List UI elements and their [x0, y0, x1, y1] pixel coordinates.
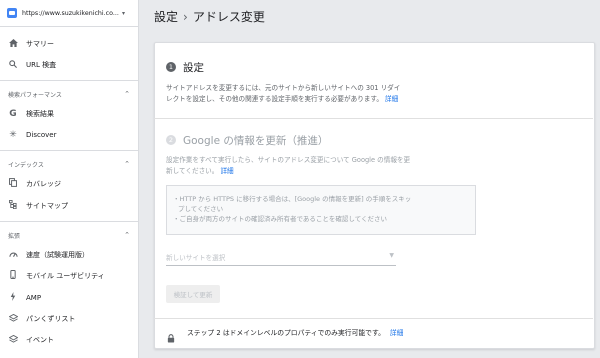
step-1-desc-line: サイトアドレスを変更するには、元のサイトから新しいサイトへの 301 リダイ — [166, 84, 401, 92]
sidebar-item-label: モバイル ユーザビリティ — [26, 272, 105, 280]
migration-notice: ・HTTP から HTTPS に移行する場合は、[Google の情報を更新] … — [166, 185, 476, 235]
section-label: インデックス — [8, 161, 44, 169]
sidebar-item-sitemaps[interactable]: サイトマップ — [0, 196, 138, 216]
amp-bolt-icon — [7, 292, 19, 304]
sidebar-item-label: 速度（試験運用版） — [26, 251, 89, 259]
notice-line: ・HTTP から HTTPS に移行する場合は、[Google の情報を更新] … — [173, 195, 412, 203]
smartphone-icon — [7, 270, 19, 282]
validate-and-update-button[interactable]: 検証して更新 — [166, 285, 220, 303]
step-1-badge: 1 — [166, 62, 176, 72]
chevron-up-icon: ⌃ — [124, 90, 130, 98]
new-site-select-placeholder: 新しいサイトを選択 — [166, 254, 226, 262]
sidebar-item-speed[interactable]: 速度（試験運用版） — [0, 245, 138, 265]
step-1-title: 設定 — [183, 62, 204, 74]
chevron-up-icon: ⌃ — [124, 160, 130, 168]
step-1-learn-more-link[interactable]: 詳細 — [385, 95, 398, 103]
dropdown-caret-icon: ▾ — [122, 9, 126, 17]
step-2-desc-line: 新してください。 — [166, 167, 219, 175]
step-1-desc-line: レクトを設定し、その他の関連する設定手順を実行する必要があります。 — [166, 95, 383, 103]
sidebar-item-discover[interactable]: ✳ Discover — [0, 125, 138, 145]
notice-line: ・ご自身が両方のサイトの確認済み所有者であることを確認してください — [173, 215, 388, 223]
step-2-title: Google の情報を更新（推進） — [183, 135, 329, 147]
sidebar-item-label: AMP — [26, 294, 42, 302]
discover-icon: ✳ — [9, 130, 17, 140]
step-2-badge: 2 — [166, 135, 176, 145]
sidebar-item-label: パンくずリスト — [26, 315, 76, 323]
section-label: 検索パフォーマンス — [8, 91, 62, 99]
property-selector[interactable]: https://www.suzukikenichi.co... ▾ — [0, 0, 138, 27]
page-title-settings[interactable]: 設定 — [154, 10, 178, 24]
sidebar-item-summary[interactable]: サマリー — [0, 34, 138, 54]
lock-icon — [167, 328, 175, 343]
footer-divider — [154, 318, 593, 319]
sidebar-item-url-inspection[interactable]: URL 検査 — [0, 55, 138, 75]
section-label: 拡張 — [8, 232, 21, 240]
step-divider — [154, 118, 593, 119]
section-enhancements[interactable]: 拡張 ⌃ — [0, 227, 138, 243]
sidebar-item-label: サイトマップ — [26, 202, 68, 210]
section-index[interactable]: インデックス ⌃ — [0, 156, 138, 172]
dropdown-arrow-icon: ▼ — [389, 252, 394, 259]
new-site-select[interactable]: 新しいサイトを選択 ▼ — [166, 249, 396, 266]
speedometer-icon — [7, 250, 19, 261]
home-icon — [7, 38, 19, 50]
sidebar-divider — [0, 150, 138, 151]
step-2-description: 設定作業をすべて実行したら、サイトのアドレス変更について Google の情報を… — [166, 155, 466, 177]
footer-text: ステップ 2 はドメインレベルのプロパティでのみ実行可能です。 — [187, 329, 385, 337]
sidebar-item-label: Discover — [26, 131, 57, 139]
sidebar-item-label: イベント — [26, 336, 54, 344]
sitemap-icon — [7, 200, 19, 212]
sidebar-item-label: 検索結果 — [26, 110, 54, 118]
sidebar-item-search-results[interactable]: G 検索結果 — [0, 104, 138, 124]
sidebar-item-label: URL 検査 — [26, 61, 57, 69]
sidebar-item-label: カバレッジ — [26, 180, 61, 188]
sidebar: https://www.suzukikenichi.co... ▾ サマリー U… — [0, 0, 139, 358]
notice-line: プしてください — [178, 205, 224, 213]
property-url: https://www.suzukikenichi.co... — [22, 9, 119, 17]
sidebar-item-coverage[interactable]: カバレッジ — [0, 174, 138, 194]
step-2-desc-line: 設定作業をすべて実行したら、サイトのアドレス変更について Google の情報を… — [166, 156, 411, 164]
footer-learn-more-link[interactable]: 詳細 — [390, 327, 404, 337]
sidebar-item-label: サマリー — [26, 40, 54, 48]
search-icon — [7, 59, 19, 71]
step-2-learn-more-link[interactable]: 詳細 — [220, 167, 233, 175]
page-title: 設定 › アドレス変更 — [154, 8, 265, 25]
section-performance[interactable]: 検索パフォーマンス ⌃ — [0, 86, 138, 102]
sidebar-divider — [0, 80, 138, 81]
site-favicon-icon — [7, 8, 17, 18]
chevron-up-icon: ⌃ — [124, 231, 130, 239]
footer-note: ステップ 2 はドメインレベルのプロパティでのみ実行可能です。 詳細 — [167, 327, 404, 343]
breadcrumb-separator: › — [183, 10, 188, 24]
sidebar-item-mobile-usability[interactable]: モバイル ユーザビリティ — [0, 266, 138, 286]
step-1-description: サイトアドレスを変更するには、元のサイトから新しいサイトへの 301 リダイ レ… — [166, 83, 466, 105]
page-title-current: アドレス変更 — [192, 10, 265, 24]
layers-icon — [7, 313, 19, 325]
sidebar-item-breadcrumbs[interactable]: パンくずリスト — [0, 309, 138, 329]
copy-icon — [7, 178, 19, 190]
sidebar-item-events[interactable]: イベント — [0, 330, 138, 350]
sidebar-divider — [0, 221, 138, 222]
sidebar-item-amp[interactable]: AMP — [0, 288, 138, 308]
google-g-icon: G — [9, 109, 17, 119]
layers-icon — [7, 334, 19, 346]
